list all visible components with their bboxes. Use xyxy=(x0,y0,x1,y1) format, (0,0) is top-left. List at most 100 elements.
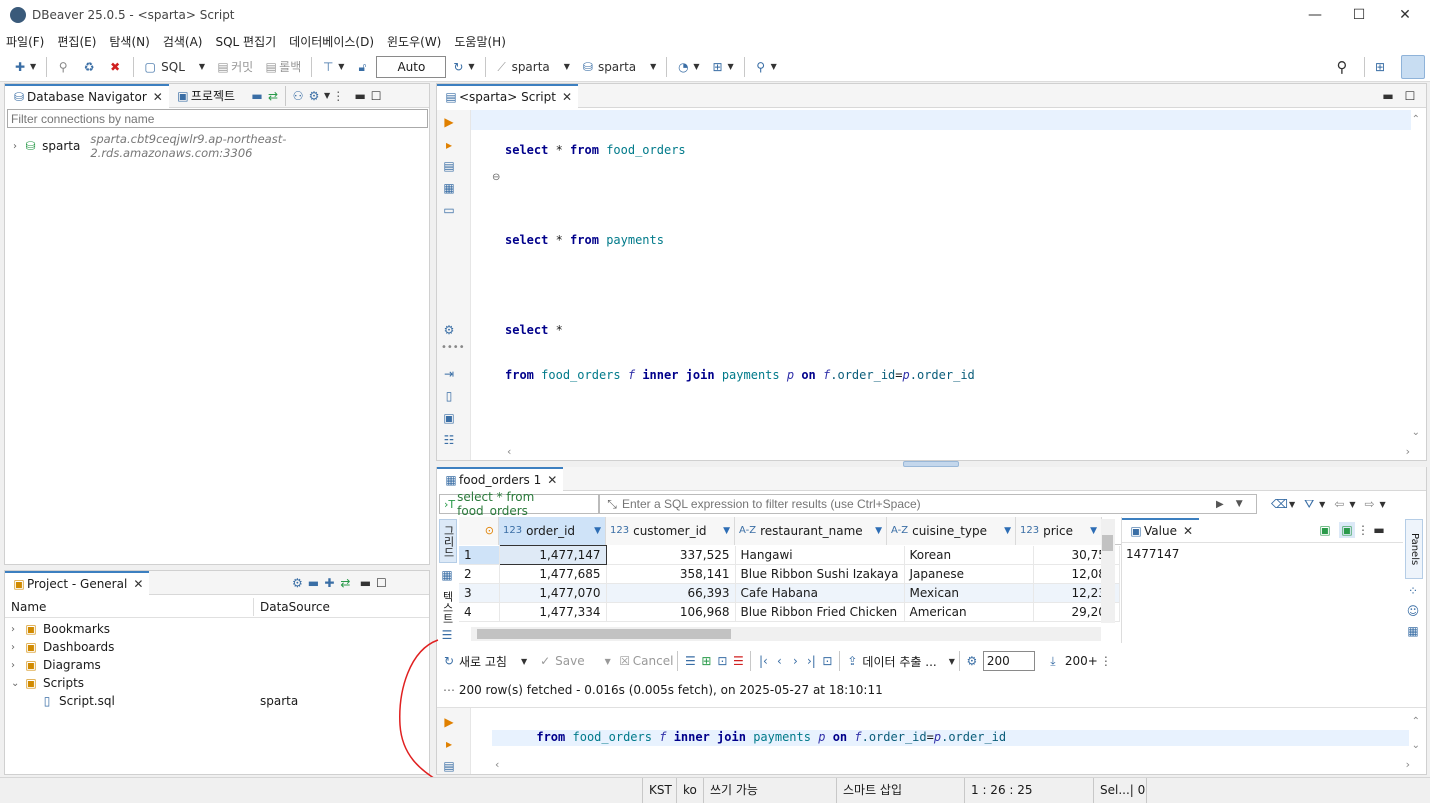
column-header-cuisine-type[interactable]: A-Z cuisine_type ▼ xyxy=(887,517,1016,545)
new-connection-button[interactable]: ✚ ▼ xyxy=(8,56,40,78)
menu-sql-editor[interactable]: SQL 편집기 xyxy=(215,33,276,50)
tree-item-dashboards[interactable]: › ▣ Dashboards xyxy=(5,638,429,656)
tab-projects[interactable]: ▣ 프로젝트 xyxy=(169,84,241,108)
execute-statement-icon[interactable]: ▶ xyxy=(441,114,457,130)
minimize-pane-icon[interactable]: ▬ xyxy=(357,575,373,591)
grid-horizontal-scrollbar[interactable] xyxy=(471,627,1101,641)
tree-item-bookmarks[interactable]: › ▣ Bookmarks xyxy=(5,620,429,638)
close-tab-icon[interactable]: ✕ xyxy=(133,577,143,591)
maximize-pane-icon[interactable]: ☐ xyxy=(373,575,389,591)
vertical-scroll-up[interactable]: ⌃ xyxy=(1412,114,1420,125)
commit-mode-field[interactable]: Auto xyxy=(376,55,447,78)
query-text-label[interactable]: ›T select * from food_orders xyxy=(439,490,599,518)
cuisine-type-cell[interactable]: Korean xyxy=(904,545,1034,565)
menu-help[interactable]: 도움말(H) xyxy=(454,33,506,50)
collapse-icon[interactable]: ▬ xyxy=(249,88,265,104)
fetch-more-button[interactable]: 200+ xyxy=(1065,654,1098,668)
order-id-cell[interactable]: 1,477,334 xyxy=(499,602,607,622)
value-text[interactable]: 1477147 xyxy=(1122,543,1403,565)
minimize-button[interactable]: — xyxy=(1292,0,1338,30)
tab-database-navigator[interactable]: ⛁ Database Navigator ✕ xyxy=(5,83,169,108)
datasource-selector[interactable]: ⟋ sparta ▼ xyxy=(490,56,574,78)
link-editor-icon[interactable]: ⇄ xyxy=(265,88,281,104)
cuisine-type-cell[interactable]: Mexican xyxy=(904,583,1034,603)
delete-row-icon[interactable]: ☰ xyxy=(730,653,746,669)
restaurant-name-cell[interactable]: Cafe Habana xyxy=(735,583,905,603)
tab-food-orders-1[interactable]: ▦ food_orders 1 ✕ xyxy=(437,466,564,491)
edit-row-icon[interactable]: ☰ xyxy=(682,653,698,669)
copy-row-icon[interactable]: ⊡ xyxy=(714,653,730,669)
sort-arrow-icon[interactable]: ▼ xyxy=(594,526,601,536)
horizontal-scroll-right[interactable]: › xyxy=(1406,445,1410,458)
row-number-cell[interactable]: 3 xyxy=(459,583,500,603)
tree-item-scripts[interactable]: ⌄ ▣ Scripts xyxy=(5,674,429,692)
disconnect-button[interactable]: ✖ xyxy=(103,56,127,78)
cancel-button[interactable]: Cancel xyxy=(633,654,674,668)
rollback-button[interactable]: ▤ 롤백 xyxy=(259,56,305,78)
save-check-icon[interactable]: ✓ xyxy=(537,653,553,669)
find-button[interactable]: ⚲ ▼ xyxy=(749,56,781,78)
tree-item-script-sql[interactable]: ▯ Script.sql sparta xyxy=(5,692,429,710)
lower-scroll-left[interactable]: ‹ xyxy=(495,758,499,771)
tab-project-general[interactable]: ▣ Project - General ✕ xyxy=(5,570,150,595)
close-tab-icon[interactable]: ✕ xyxy=(562,90,572,104)
restaurant-name-cell[interactable]: Hangawi xyxy=(735,545,905,565)
horizontal-scroll-left[interactable]: ‹ xyxy=(507,445,511,458)
save-button[interactable]: Save xyxy=(555,654,584,668)
last-page-icon[interactable]: ›| xyxy=(803,653,819,669)
close-tab-icon[interactable]: ✕ xyxy=(1183,524,1193,538)
minimize-pane-icon[interactable]: ▬ xyxy=(352,88,368,104)
sql-editor-button[interactable]: ▢ SQL ▼ xyxy=(138,56,209,78)
back-icon[interactable]: ⇦ xyxy=(1331,496,1347,512)
cancel-icon[interactable]: ☒ xyxy=(617,653,633,669)
variables-icon[interactable]: ▣ xyxy=(441,410,457,426)
restaurant-name-cell[interactable]: Blue Ribbon Sushi Izakaya xyxy=(735,564,905,584)
add-icon[interactable]: ✚ xyxy=(321,575,337,591)
next-page-icon[interactable]: › xyxy=(787,653,803,669)
explain-plan-icon[interactable]: ▦ xyxy=(441,180,457,196)
column-header-price[interactable]: 123 price ▼ xyxy=(1016,517,1102,545)
commit-button[interactable]: ▤ 커밋 xyxy=(211,56,257,78)
add-row-icon[interactable]: ⊞ xyxy=(698,653,714,669)
maximize-button[interactable]: ☐ xyxy=(1336,0,1382,30)
fold-marker-icon[interactable]: ⊖ xyxy=(492,172,500,183)
menu-database[interactable]: 데이터베이스(D) xyxy=(289,33,374,50)
calc-icon[interactable]: ☺ xyxy=(1405,603,1421,619)
fetch-size-input[interactable]: 200 xyxy=(982,651,1035,671)
outline-icon[interactable]: ☷ xyxy=(441,432,457,448)
sort-arrow-icon[interactable]: ▼ xyxy=(1090,526,1097,536)
refresh-button[interactable]: 새로 고침 xyxy=(459,653,507,670)
save-to-file-icon[interactable]: ▣ xyxy=(1339,521,1356,538)
menu-edit[interactable]: 편집(E) xyxy=(57,33,96,50)
connection-filter-input[interactable] xyxy=(7,109,428,128)
schema-selector[interactable]: ⛁ sparta ▼ xyxy=(576,56,660,78)
table-row[interactable]: 3 1,477,070 66,393 Cafe Habana Mexican 1… xyxy=(459,583,1120,603)
filter-connection-icon[interactable]: ⚙ xyxy=(306,88,322,104)
eraser-icon[interactable]: ⌫ xyxy=(1271,496,1288,512)
export-data-button[interactable]: 데이터 추출 ... xyxy=(862,653,936,670)
lower-scroll-up[interactable]: ⌃ xyxy=(1412,716,1420,727)
lower-scroll-down[interactable]: ⌄ xyxy=(1412,740,1420,751)
sql-code-area[interactable]: select * from food_orders select * from … xyxy=(505,113,975,413)
more-icon[interactable]: ⋮ xyxy=(330,88,346,104)
col-name-header[interactable]: Name xyxy=(11,600,46,614)
sort-arrow-icon[interactable]: ▼ xyxy=(1004,526,1011,536)
lock-button[interactable]: 🔓︎ xyxy=(350,56,374,78)
cuisine-type-cell[interactable]: Japanese xyxy=(904,564,1034,584)
apply-filter-icon[interactable]: ▶ xyxy=(1216,499,1224,510)
minimize-panel-icon[interactable]: ▬ xyxy=(1371,522,1387,538)
column-header-restaurant-name[interactable]: A-Z restaurant_name ▼ xyxy=(735,517,887,545)
execute-script-icon[interactable]: ▤ xyxy=(441,158,457,174)
row-number-cell[interactable]: 1 xyxy=(459,545,500,565)
grid-icon[interactable]: ▦ xyxy=(439,567,455,583)
filter-expression-input[interactable] xyxy=(622,497,1212,511)
dashboard-button[interactable]: ◔ ▼ xyxy=(671,56,703,78)
text-view-tab[interactable]: 텍스트 xyxy=(439,587,455,627)
diagram-button[interactable]: ⊞ ▼ xyxy=(705,56,737,78)
close-tab-icon[interactable]: ✕ xyxy=(547,473,557,487)
forward-icon[interactable]: ⇨ xyxy=(1361,496,1377,512)
customer-id-cell[interactable]: 106,968 xyxy=(606,602,736,622)
filter-icon[interactable]: ⛛ xyxy=(1301,496,1317,512)
perspective-icon[interactable]: ⊞ xyxy=(1372,59,1388,75)
column-header-customer-id[interactable]: 123 customer_id ▼ xyxy=(606,517,735,545)
